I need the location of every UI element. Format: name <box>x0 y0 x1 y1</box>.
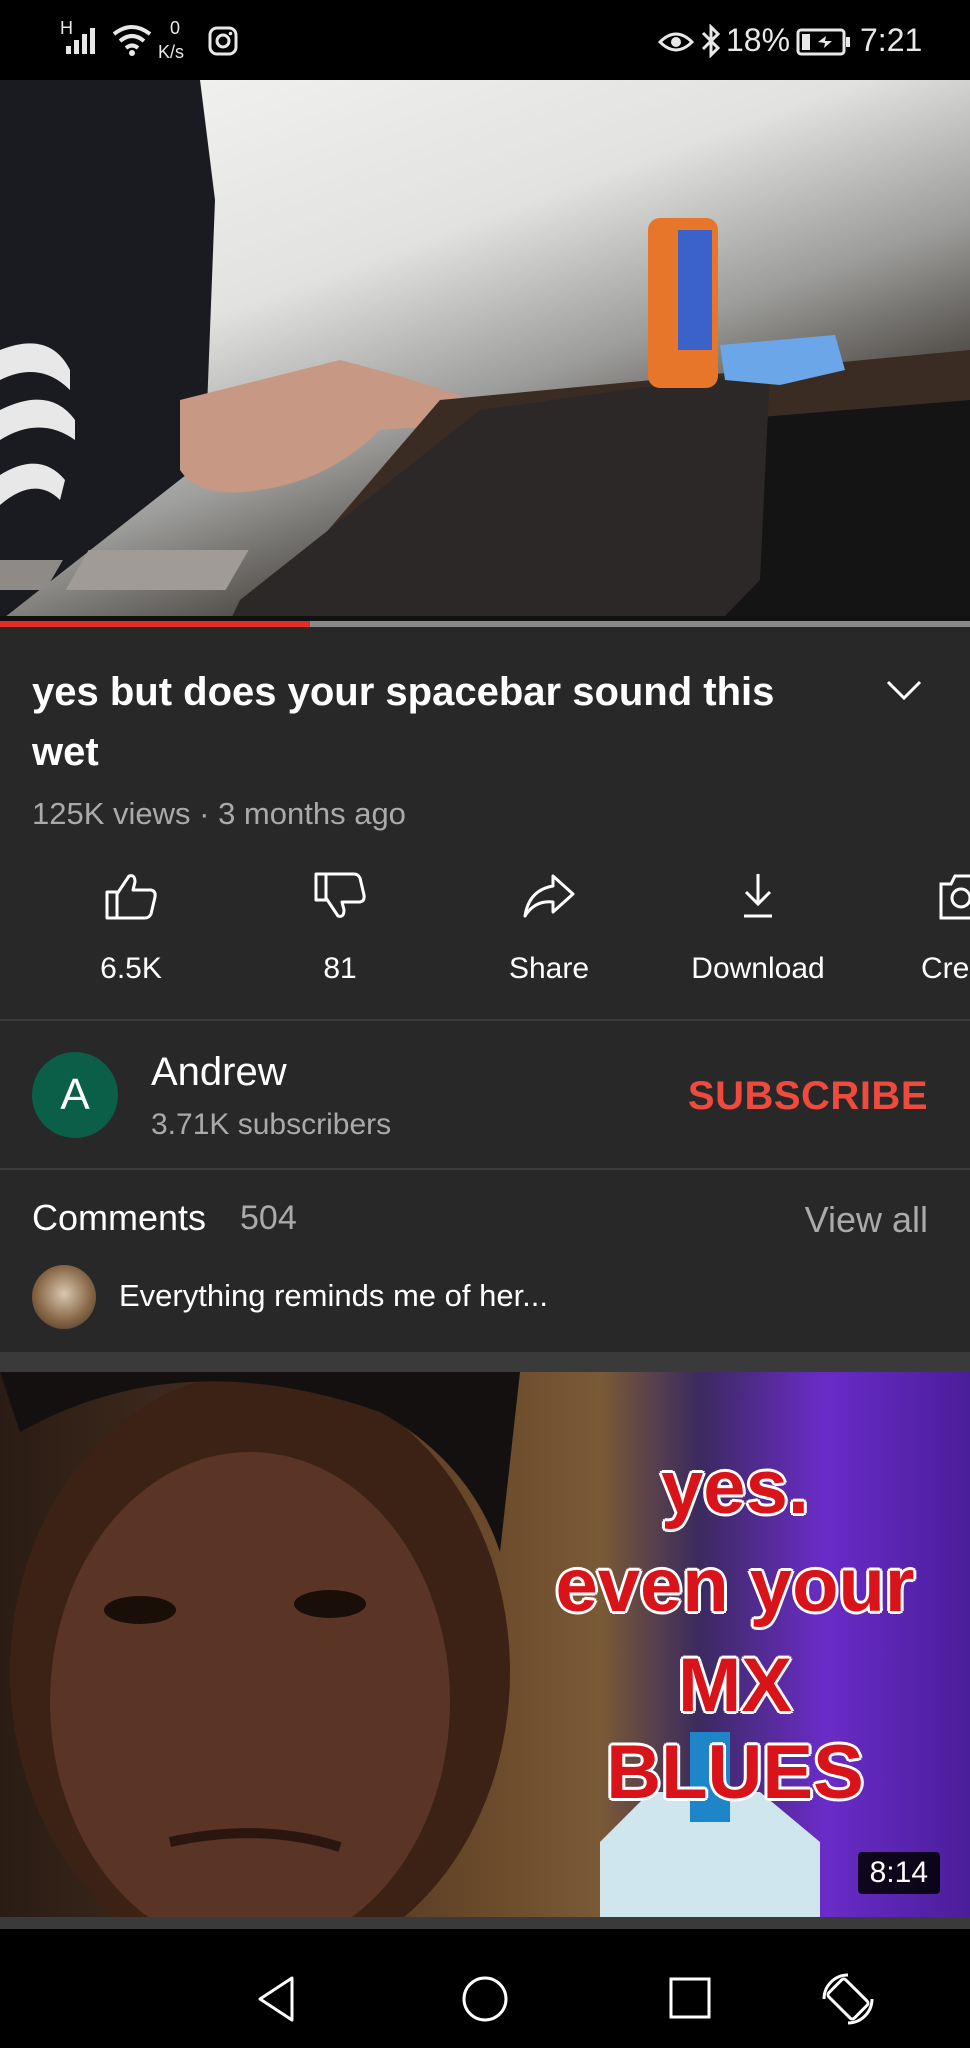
channel-avatar[interactable]: A <box>32 1052 118 1138</box>
section-gap <box>0 1352 970 1372</box>
video-progress-fill[interactable] <box>0 621 311 627</box>
subscribe-button[interactable]: SUBSCRIBE <box>688 1074 928 1119</box>
share-label: Share <box>508 952 590 985</box>
video-frame <box>0 80 970 621</box>
download-label: Download <box>691 952 825 985</box>
back-icon[interactable] <box>254 1974 300 2024</box>
status-bar: H 0 K/s 18% 7:21 <box>0 0 970 80</box>
create-icon <box>939 874 970 920</box>
video-duration-badge: 8:14 <box>857 1852 940 1894</box>
thumbnail-text-line2: even your <box>555 1543 915 1628</box>
dislike-icon <box>314 872 366 918</box>
create-label: Cre <box>921 952 970 985</box>
dislike-count: 81 <box>323 952 357 985</box>
like-button[interactable]: 6.5K <box>31 870 231 986</box>
video-title: yes but does your spacebar sound this we… <box>32 670 775 774</box>
navigation-bar <box>0 1929 970 2048</box>
top-comment[interactable]: Everything reminds me of her... <box>119 1278 548 1314</box>
wifi-icon <box>112 25 152 56</box>
like-count: 6.5K <box>100 952 162 985</box>
share-button[interactable]: Share <box>449 870 649 986</box>
video-player[interactable] <box>0 80 970 621</box>
instagram-icon <box>208 26 238 56</box>
dislike-button[interactable]: 81 <box>240 870 440 986</box>
network-speed-value: 0 <box>170 18 181 38</box>
recents-icon[interactable] <box>668 1976 712 2020</box>
share-icon <box>523 874 575 918</box>
bluetooth-icon <box>701 24 721 58</box>
thumbnail-text-line1: yes. <box>661 1445 809 1530</box>
battery-icon <box>796 28 850 56</box>
eye-comfort-icon <box>658 32 694 52</box>
download-icon <box>744 874 772 918</box>
divider <box>0 1019 970 1021</box>
download-button[interactable]: Download <box>658 870 858 986</box>
divider <box>0 1168 970 1170</box>
clock: 7:21 <box>860 22 923 58</box>
video-meta: 125K views · 3 months ago <box>32 796 406 831</box>
chevron-down-icon[interactable] <box>884 676 924 704</box>
signal-icon <box>66 28 95 54</box>
home-icon[interactable] <box>460 1974 510 2024</box>
next-video-thumbnail[interactable]: yes. even your MX BLUES <box>0 1372 970 1917</box>
battery-percent: 18% <box>726 22 791 58</box>
thumbnail-text-line3: MX BLUES <box>606 1643 864 1815</box>
create-button[interactable]: Cre <box>867 870 970 986</box>
like-icon <box>105 874 157 920</box>
comments-count: 504 <box>240 1199 297 1237</box>
channel-name[interactable]: Andrew <box>151 1050 287 1095</box>
network-speed-unit: K/s <box>158 42 185 62</box>
channel-subscribers: 3.71K subscribers <box>151 1108 392 1141</box>
comments-label[interactable]: Comments <box>32 1197 206 1239</box>
view-all-comments-link[interactable]: View all <box>805 1199 928 1241</box>
commenter-avatar <box>32 1265 96 1329</box>
rotate-screen-icon[interactable] <box>818 1969 878 2029</box>
section-gap <box>0 1917 970 1929</box>
